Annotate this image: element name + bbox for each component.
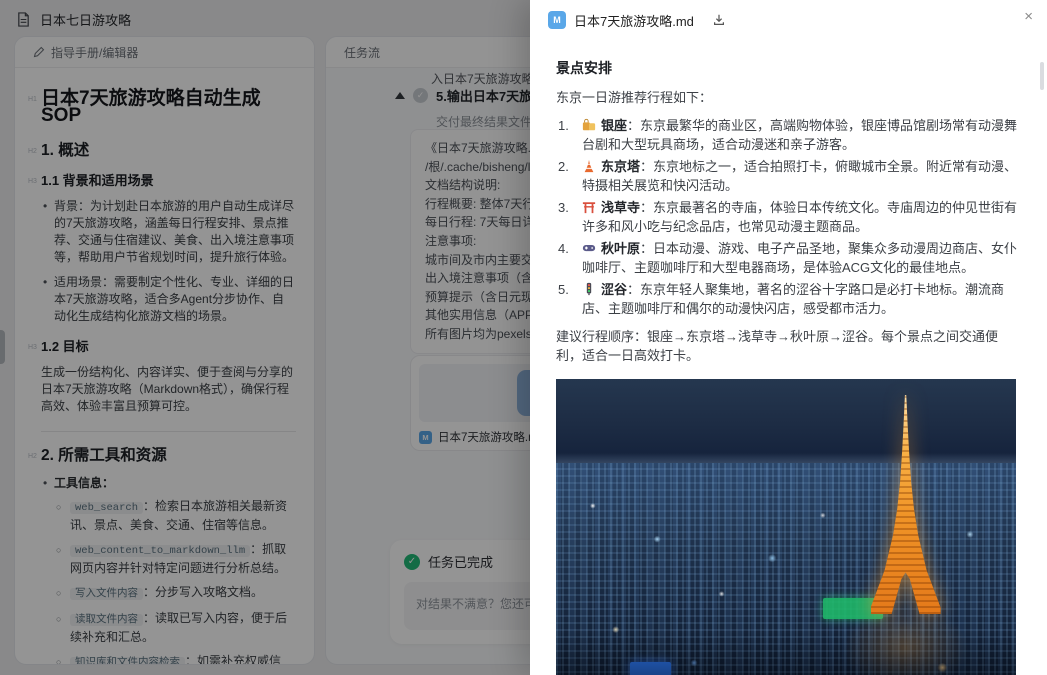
- file-preview-drawer: M 日本7天旅游攻略.md × 景点安排 东京一日游推荐行程如下： 1.银座：东…: [530, 0, 1047, 675]
- tokyo-tower-icon: [582, 159, 596, 173]
- spot-list: 1.银座：东京最繁华的商业区，高端购物体验，银座博品馆剧场常有动漫舞台剧和大型玩…: [556, 117, 1018, 318]
- spot-item-ginza: 1.银座：东京最繁华的商业区，高端购物体验，银座博品馆剧场常有动漫舞台剧和大型玩…: [556, 117, 1018, 154]
- section-intro: 东京一日游推荐行程如下：: [556, 87, 1018, 106]
- game-controller-icon: [582, 241, 596, 255]
- route-suggestion: 建议行程顺序：银座→东京塔→浅草寺→秋叶原→涩谷。每个景点之间交通便利，适合一日…: [556, 328, 1018, 365]
- drawer-document: 景点安排 东京一日游推荐行程如下： 1.银座：东京最繁华的商业区，高端购物体验，…: [556, 58, 1018, 675]
- section-title: 景点安排: [556, 58, 1018, 78]
- markdown-file-icon: M: [548, 11, 566, 29]
- drawer-file-title: 日本7天旅游攻略.md: [574, 11, 694, 30]
- spot-item-shibuya: 5.涩谷：东京年轻人聚集地，著名的涩谷十字路口是必打卡地标。潮流商店、主题咖啡厅…: [556, 281, 1018, 318]
- foreground-shadow: [556, 630, 1016, 675]
- tokyo-night-photo: [556, 379, 1016, 675]
- close-icon[interactable]: ×: [1024, 7, 1033, 27]
- shopping-bags-icon: [582, 118, 596, 132]
- spot-item-tokyo-tower: 2.东京塔：东京地标之一，适合拍照打卡，俯瞰城市全景。附近常有动漫、特摄相关展览…: [556, 158, 1018, 195]
- drawer-scrollbar[interactable]: [1040, 62, 1044, 90]
- torii-gate-icon: [582, 200, 596, 214]
- tokyo-tower-silhouette: [871, 395, 941, 614]
- drawer-header: M 日本7天旅游攻略.md: [530, 0, 1047, 40]
- spot-item-akihabara: 4.秋叶原：日本动漫、游戏、电子产品圣地，聚集众多动漫周边商店、女仆咖啡厅、主题…: [556, 240, 1018, 277]
- spot-item-sensoji: 3.浅草寺：东京最著名的寺庙，体验日本传统文化。寺庙周边的仲见世街有许多和风小吃…: [556, 199, 1018, 236]
- traffic-light-icon: [582, 282, 596, 296]
- download-button[interactable]: [712, 13, 726, 27]
